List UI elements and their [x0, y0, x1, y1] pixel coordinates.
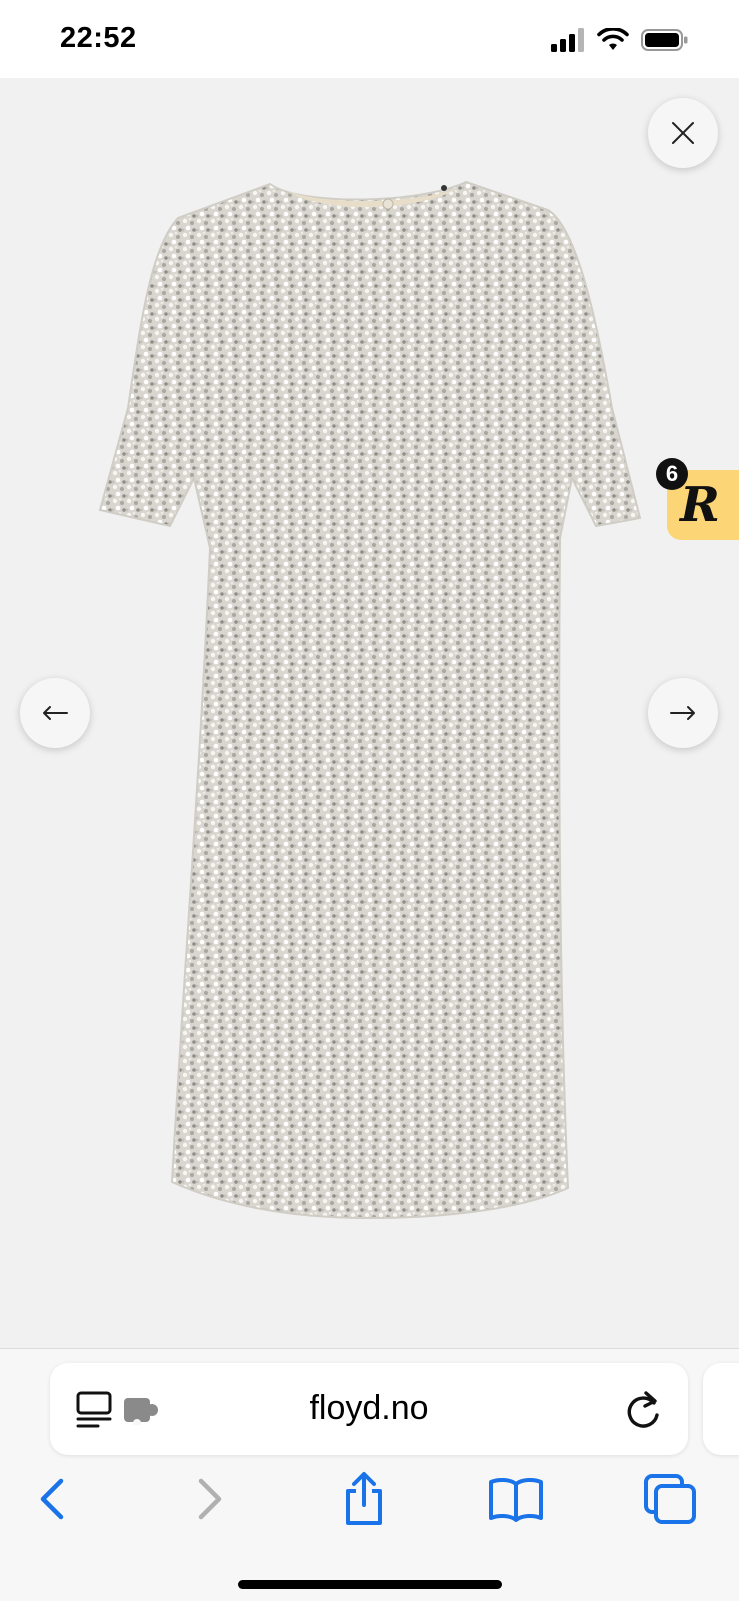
reward-logo[interactable]: R — [680, 480, 720, 530]
close-button[interactable] — [648, 98, 718, 168]
tabs-button[interactable] — [640, 1469, 700, 1529]
back-button[interactable] — [22, 1469, 82, 1529]
next-image-button[interactable] — [648, 678, 718, 748]
bookmarks-button[interactable] — [486, 1469, 546, 1529]
signal-icon — [551, 28, 584, 52]
bookmarks-icon — [489, 1477, 543, 1522]
status-bar: 22:52 — [0, 0, 739, 78]
forward-button[interactable] — [180, 1469, 240, 1529]
forward-icon — [198, 1478, 222, 1520]
next-tab-address-bar[interactable] — [703, 1363, 739, 1455]
browser-bar: floyd.no — [0, 1348, 739, 1601]
arrow-left-icon — [43, 706, 68, 720]
arrow-right-icon — [670, 706, 695, 720]
wifi-icon — [597, 28, 629, 50]
close-icon — [672, 122, 694, 144]
share-icon — [346, 1472, 382, 1525]
image-viewer: R 6 — [0, 78, 739, 1348]
status-time: 22:52 — [60, 22, 137, 54]
reload-icon[interactable] — [624, 1389, 662, 1429]
home-indicator — [238, 1580, 502, 1589]
tabs-icon — [644, 1474, 696, 1524]
sequin-dress-image — [98, 180, 642, 1220]
url-text[interactable]: floyd.no — [50, 1389, 688, 1428]
share-button[interactable] — [334, 1469, 394, 1529]
battery-icon — [641, 29, 688, 51]
previous-image-button[interactable] — [20, 678, 90, 748]
back-icon — [40, 1478, 64, 1520]
reward-badge: 6 — [656, 458, 688, 490]
address-bar[interactable]: floyd.no — [50, 1363, 688, 1455]
